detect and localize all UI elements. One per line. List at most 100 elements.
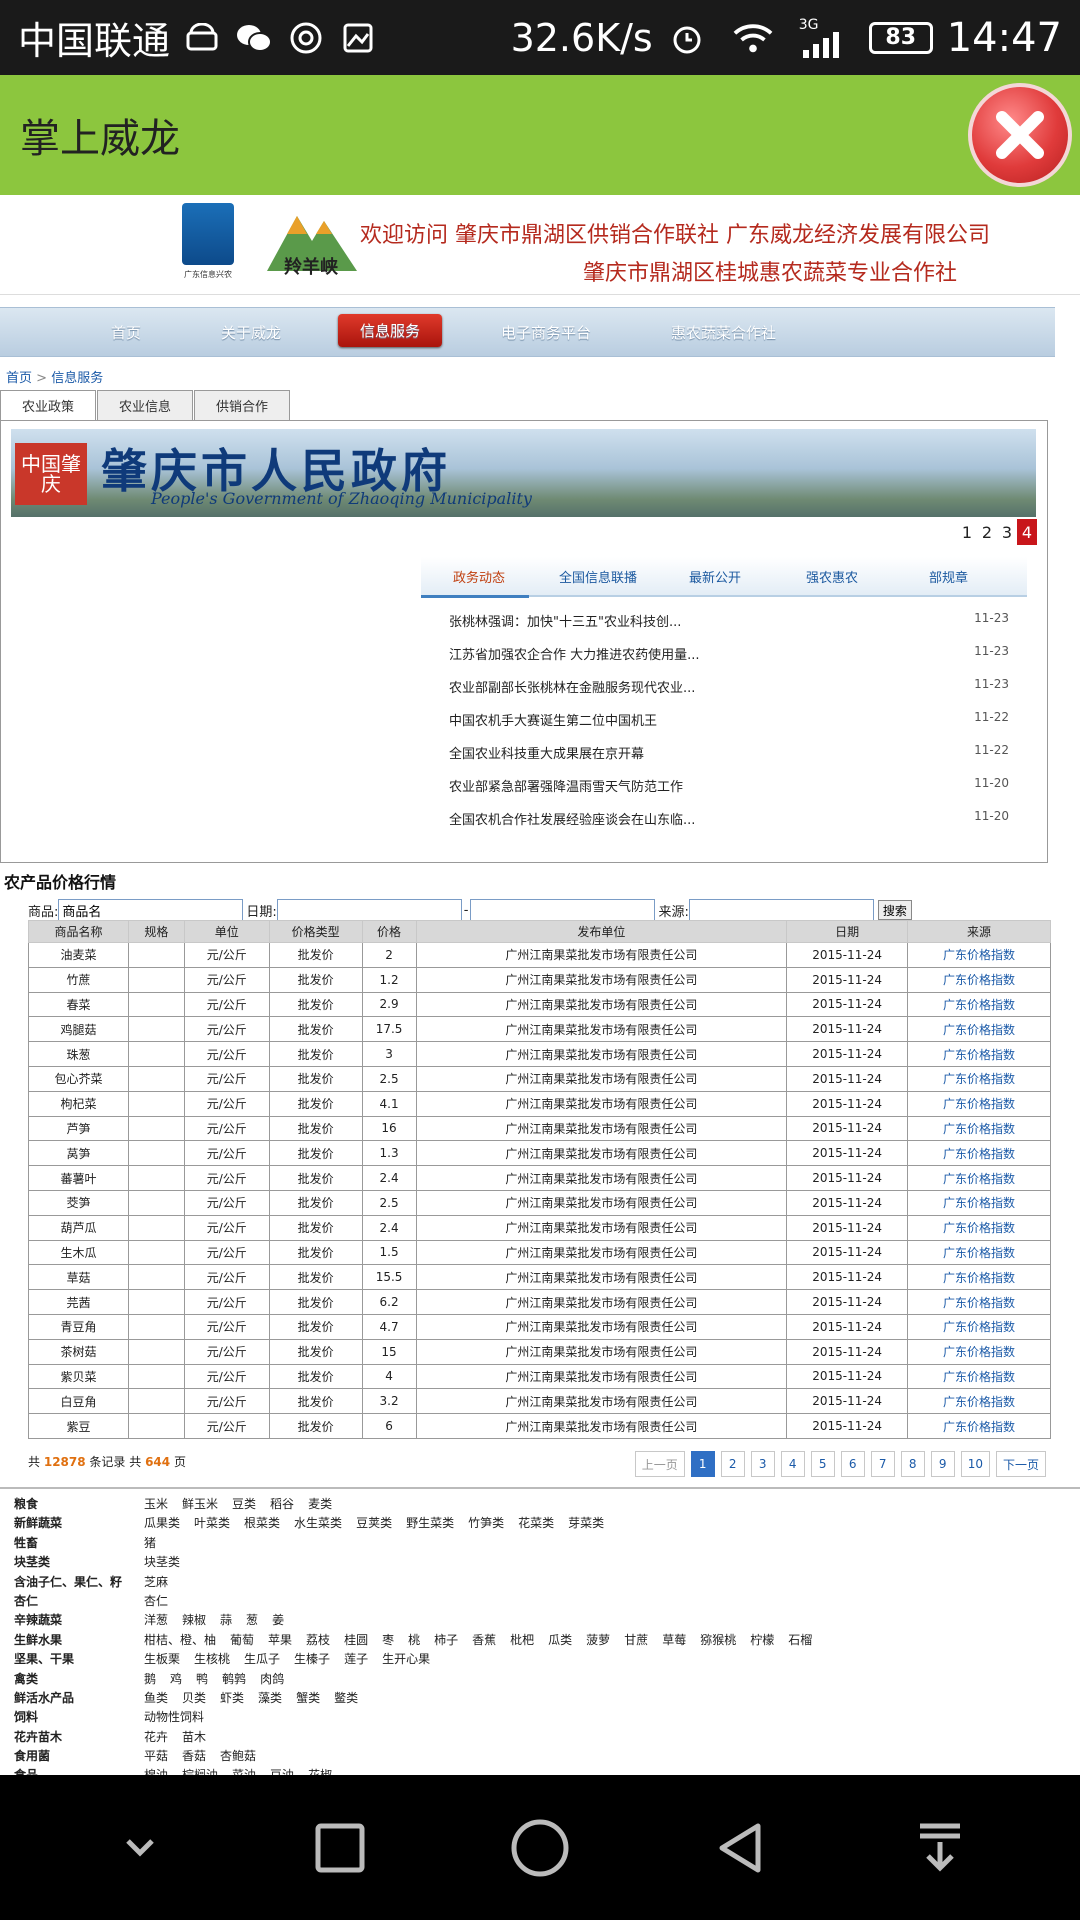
source-link[interactable]: 广东价格指数 [907, 1413, 1051, 1439]
category-link[interactable]: 莲子 [344, 1652, 368, 1666]
category-link[interactable]: 花菜类 [518, 1516, 554, 1530]
page-button-3[interactable]: 3 [750, 1451, 775, 1477]
category-link[interactable]: 藻类 [258, 1691, 282, 1705]
category-link[interactable]: 根菜类 [244, 1516, 280, 1530]
category-link[interactable]: 桃 [408, 1633, 420, 1647]
category-link[interactable]: 虾类 [220, 1691, 244, 1705]
home-icon[interactable] [500, 1808, 580, 1888]
news-title[interactable]: 农业部副部长张桃林在金融服务现代农业... [449, 677, 695, 710]
next-page-button[interactable]: 下一页 [995, 1451, 1046, 1477]
page-button-10[interactable]: 10 [960, 1451, 990, 1477]
page-button-7[interactable]: 7 [870, 1451, 895, 1477]
search-button[interactable]: 搜索 [877, 900, 912, 920]
source-link[interactable]: 广东价格指数 [907, 1363, 1051, 1390]
category-link[interactable]: 杏仁 [144, 1594, 168, 1608]
source-link[interactable]: 广东价格指数 [907, 1239, 1051, 1266]
source-link[interactable]: 广东价格指数 [907, 1090, 1051, 1117]
list-item[interactable]: 张桃林强调：加快"十三五"农业科技创... 11-23 [449, 611, 1009, 644]
source-input[interactable] [688, 899, 874, 921]
page-button-4[interactable]: 4 [780, 1451, 805, 1477]
category-link[interactable]: 荔枝 [306, 1633, 330, 1647]
nav-coop[interactable]: 惠农蔬菜合作社 [671, 322, 776, 343]
breadcrumb-current[interactable]: 信息服务 [51, 371, 103, 386]
category-link[interactable]: 生榛子 [294, 1652, 330, 1666]
back-icon[interactable] [700, 1808, 780, 1888]
source-link[interactable]: 广东价格指数 [907, 1264, 1051, 1291]
category-link[interactable]: 蟹类 [296, 1691, 320, 1705]
page-button-2[interactable]: 2 [720, 1451, 745, 1477]
category-link[interactable]: 蒜 [220, 1613, 232, 1627]
tab-supply-coop[interactable]: 供销合作 [194, 390, 290, 420]
category-link[interactable]: 柑桔、橙、柚 [144, 1633, 216, 1647]
category-link[interactable]: 肉鸽 [260, 1672, 284, 1686]
category-link[interactable]: 桂圆 [344, 1633, 368, 1647]
category-link[interactable]: 草莓 [662, 1633, 686, 1647]
source-link[interactable]: 广东价格指数 [907, 1214, 1051, 1241]
news-title[interactable]: 张桃林强调：加快"十三五"农业科技创... [449, 611, 681, 644]
category-link[interactable]: 瓜果类 [144, 1516, 180, 1530]
category-link[interactable]: 甘蔗 [624, 1633, 648, 1647]
category-link[interactable]: 柠檬 [750, 1633, 774, 1647]
category-link[interactable]: 鸭 [196, 1672, 208, 1686]
news-title[interactable]: 全国农机合作社发展经验座谈会在山东临... [449, 809, 695, 842]
tab-agri-info[interactable]: 农业信息 [97, 390, 193, 420]
category-link[interactable]: 香蕉 [472, 1633, 496, 1647]
banner-page-2[interactable]: 2 [977, 519, 997, 545]
category-link[interactable]: 动物性饲料 [144, 1710, 204, 1724]
source-link[interactable]: 广东价格指数 [907, 1338, 1051, 1365]
category-link[interactable]: 豆荚类 [356, 1516, 392, 1530]
category-link[interactable]: 杏鲍菇 [220, 1749, 256, 1763]
list-item[interactable]: 农业部紧急部署强降温雨雪天气防范工作 11-20 [449, 776, 1009, 809]
tab-gov-news[interactable]: 政务动态 [453, 567, 505, 586]
category-link[interactable]: 玉米 [144, 1497, 168, 1511]
category-link[interactable]: 花卉 [144, 1730, 168, 1744]
category-link[interactable]: 鳖类 [334, 1691, 358, 1705]
nav-info-service[interactable]: 信息服务 [338, 314, 443, 347]
nav-ecommerce[interactable]: 电子商务平台 [501, 322, 591, 343]
category-link[interactable]: 柿子 [434, 1633, 458, 1647]
list-item[interactable]: 中国农机手大赛诞生第二位中国机王 11-22 [449, 710, 1009, 743]
category-link[interactable]: 枇杷 [510, 1633, 534, 1647]
source-link[interactable]: 广东价格指数 [907, 1289, 1051, 1315]
source-link[interactable]: 广东价格指数 [907, 1189, 1051, 1216]
source-link[interactable]: 广东价格指数 [907, 1313, 1051, 1340]
category-link[interactable]: 芝麻 [144, 1575, 168, 1589]
category-link[interactable]: 鹌鹑 [222, 1672, 246, 1686]
category-link[interactable]: 贝类 [182, 1691, 206, 1705]
source-link[interactable]: 广东价格指数 [907, 1388, 1051, 1415]
news-title[interactable]: 江苏省加强农企合作 大力推进农药使用量... [449, 644, 700, 677]
tab-national-news[interactable]: 全国信息联播 [559, 567, 637, 586]
banner-page-3[interactable]: 3 [997, 519, 1017, 545]
recent-apps-icon[interactable] [300, 1808, 380, 1888]
list-item[interactable]: 全国农业科技重大成果展在京开幕 11-22 [449, 743, 1009, 776]
source-link[interactable]: 广东价格指数 [907, 942, 1051, 968]
source-link[interactable]: 广东价格指数 [907, 1140, 1051, 1167]
news-title[interactable]: 全国农业科技重大成果展在京开幕 [449, 743, 644, 776]
category-link[interactable]: 鸡 [170, 1672, 182, 1686]
page-button-8[interactable]: 8 [900, 1451, 925, 1477]
prev-page-button[interactable]: 上一页 [634, 1451, 685, 1477]
list-item[interactable]: 农业部副部长张桃林在金融服务现代农业... 11-23 [449, 677, 1009, 710]
source-link[interactable]: 广东价格指数 [907, 1165, 1051, 1191]
date-to-input[interactable] [470, 899, 656, 921]
category-link[interactable]: 香菇 [182, 1749, 206, 1763]
category-link[interactable]: 麦类 [308, 1497, 332, 1511]
category-link[interactable]: 生板栗 [144, 1652, 180, 1666]
nav-about[interactable]: 关于威龙 [221, 322, 281, 343]
page-button-1[interactable]: 1 [690, 1451, 715, 1477]
category-link[interactable]: 洋葱 [144, 1613, 168, 1627]
nav-home[interactable]: 首页 [111, 322, 141, 343]
category-link[interactable]: 稻谷 [270, 1497, 294, 1511]
category-link[interactable]: 葱 [246, 1613, 258, 1627]
category-link[interactable]: 枣 [382, 1633, 394, 1647]
category-link[interactable]: 葡萄 [230, 1633, 254, 1647]
banner-page-1[interactable]: 1 [957, 519, 977, 545]
news-title[interactable]: 中国农机手大赛诞生第二位中国机王 [449, 710, 657, 743]
list-item[interactable]: 江苏省加强农企合作 大力推进农药使用量... 11-23 [449, 644, 1009, 677]
category-link[interactable]: 豆类 [232, 1497, 256, 1511]
category-link[interactable]: 叶菜类 [194, 1516, 230, 1530]
category-link[interactable]: 鲜玉米 [182, 1497, 218, 1511]
category-link[interactable]: 石榴 [788, 1633, 812, 1647]
gov-banner-image[interactable]: 中国肇庆 肇庆市人民政府 People's Government of Zhao… [11, 429, 1036, 517]
category-link[interactable]: 鹅 [144, 1672, 156, 1686]
